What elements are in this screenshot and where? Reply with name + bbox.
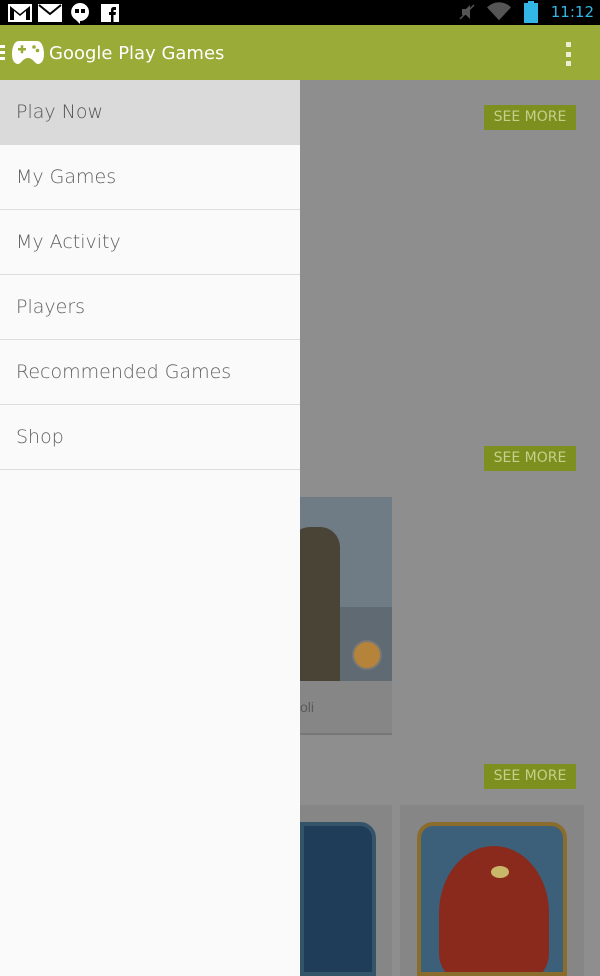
see-more-button[interactable]: SEE MORE	[484, 105, 576, 130]
gamepad-logo-icon[interactable]	[12, 38, 44, 66]
see-more-button[interactable]: SEE MORE	[484, 446, 576, 471]
mute-icon	[455, 1, 479, 22]
app-title: Google Play Games	[49, 43, 225, 64]
facebook-icon	[98, 2, 122, 23]
drawer-item-players[interactable]: Players	[0, 275, 300, 340]
gmail-icon	[8, 2, 32, 23]
drawer-item-shop[interactable]: Shop	[0, 405, 300, 470]
player-card-caption: oli	[300, 681, 392, 735]
drawer-item-play-now[interactable]: Play Now	[0, 80, 300, 145]
clock: 11:12	[550, 2, 594, 21]
navigation-drawer: Play Now My Games My Activity Players Re…	[0, 80, 300, 976]
overflow-menu-icon[interactable]	[563, 42, 573, 66]
see-more-button[interactable]: SEE MORE	[484, 764, 576, 789]
hangouts-icon	[68, 2, 92, 24]
battery-icon	[519, 0, 543, 23]
drawer-item-my-activity[interactable]: My Activity	[0, 210, 300, 275]
player-photo[interactable]	[300, 497, 392, 681]
drawer-item-recommended-games[interactable]: Recommended Games	[0, 340, 300, 405]
status-bar: 11:12	[0, 0, 600, 25]
game-badge-icon	[352, 640, 382, 670]
email-icon	[38, 2, 62, 23]
dragon-game-icon	[417, 822, 567, 976]
drawer-indicator-icon[interactable]	[0, 45, 5, 60]
wifi-icon	[486, 1, 511, 22]
game-icon	[300, 822, 376, 976]
drawer-item-my-games[interactable]: My Games	[0, 145, 300, 210]
action-bar: Google Play Games	[0, 25, 600, 80]
